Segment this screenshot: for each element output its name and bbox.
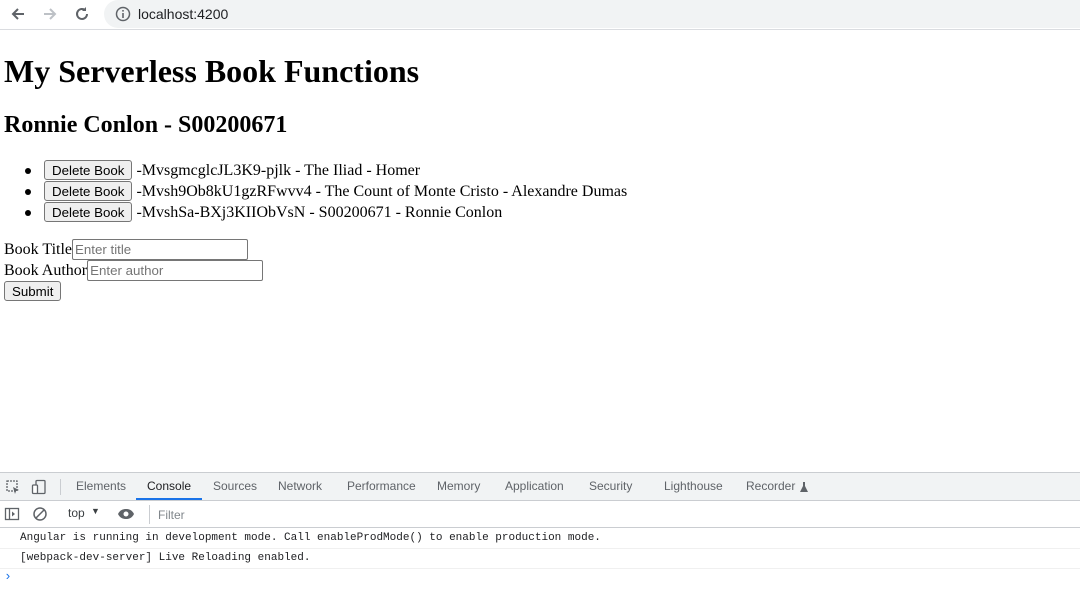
console-prompt-icon[interactable]: ›: [4, 569, 12, 584]
tab-sources[interactable]: Sources: [213, 473, 257, 500]
page-subtitle: Ronnie Conlon - S00200671: [4, 112, 288, 138]
book-item: Delete Book -MvshSa-BXj3KIIObVsN - S00200…: [4, 202, 627, 223]
tab-recorder[interactable]: Recorder: [746, 473, 795, 500]
context-selector[interactable]: top: [68, 506, 85, 520]
tab-network[interactable]: Network: [278, 473, 322, 500]
tab-application[interactable]: Application: [505, 473, 564, 500]
page-title: My Serverless Book Functions: [4, 53, 420, 89]
reload-icon[interactable]: [71, 3, 93, 25]
delete-book-button[interactable]: Delete Book: [44, 181, 133, 201]
browser-toolbar: localhost:4200: [0, 0, 1080, 30]
address-bar[interactable]: localhost:4200: [104, 0, 1080, 28]
filter-box: [149, 505, 1080, 524]
console-message: Angular is running in development mode. …: [0, 528, 1080, 549]
tab-security[interactable]: Security: [589, 473, 632, 500]
book-author-input[interactable]: [87, 260, 264, 281]
url-text: localhost:4200: [138, 6, 229, 22]
info-icon[interactable]: [114, 5, 132, 23]
tab-memory[interactable]: Memory: [437, 473, 480, 500]
book-text: -Mvsh9Ob8kU1gzRFwvv4 - The Count of Mont…: [136, 183, 628, 200]
devtools-panel: Elements Console Sources Network Perform…: [0, 472, 1080, 611]
book-title-input[interactable]: [72, 239, 249, 260]
console-toolbar: top ▼: [0, 502, 1080, 528]
book-item: Delete Book -Mvsh9Ob8kU1gzRFwvv4 - The Co…: [4, 181, 627, 202]
book-author-label: Book Author: [4, 262, 88, 279]
forward-arrow-icon[interactable]: [39, 3, 61, 25]
inspect-element-icon[interactable]: [4, 478, 22, 496]
delete-book-button[interactable]: Delete Book: [44, 160, 133, 180]
console-message: [webpack-dev-server] Live Reloading enab…: [0, 548, 1080, 569]
console-message-text: [webpack-dev-server] Live Reloading enab…: [20, 552, 311, 564]
console-message-text: Angular is running in development mode. …: [20, 532, 601, 544]
book-item: Delete Book -MvsgmcglcJL3K9-pjlk - The Il…: [4, 160, 627, 181]
tab-performance[interactable]: Performance: [347, 473, 416, 500]
book-text: -MvshSa-BXj3KIIObVsN - S00200671 - Ronni…: [136, 204, 503, 221]
eye-icon[interactable]: [117, 505, 135, 523]
book-text: -MvsgmcglcJL3K9-pjlk - The Iliad - Homer: [136, 162, 421, 179]
divider: [60, 479, 61, 495]
tab-lighthouse[interactable]: Lighthouse: [664, 473, 723, 500]
chevron-down-icon[interactable]: ▼: [91, 506, 100, 516]
back-arrow-icon[interactable]: [7, 3, 29, 25]
devtools-tab-bar: Elements Console Sources Network Perform…: [0, 473, 1080, 501]
flask-icon: [795, 478, 813, 496]
tab-elements[interactable]: Elements: [76, 473, 126, 500]
device-toolbar-icon[interactable]: [30, 478, 48, 496]
clear-console-icon[interactable]: [31, 505, 49, 523]
page-content: My Serverless Book Functions Ronnie Conl…: [0, 33, 1080, 471]
tab-console[interactable]: Console: [136, 473, 203, 500]
sidebar-toggle-icon[interactable]: [3, 505, 21, 523]
add-book-form: Book Title Book Author Submit: [4, 239, 264, 302]
submit-button[interactable]: Submit: [4, 281, 62, 301]
filter-input[interactable]: [150, 505, 458, 524]
book-title-label: Book Title: [4, 241, 73, 258]
delete-book-button[interactable]: Delete Book: [44, 202, 133, 222]
book-list: Delete Book -MvsgmcglcJL3K9-pjlk - The Il…: [4, 160, 627, 223]
